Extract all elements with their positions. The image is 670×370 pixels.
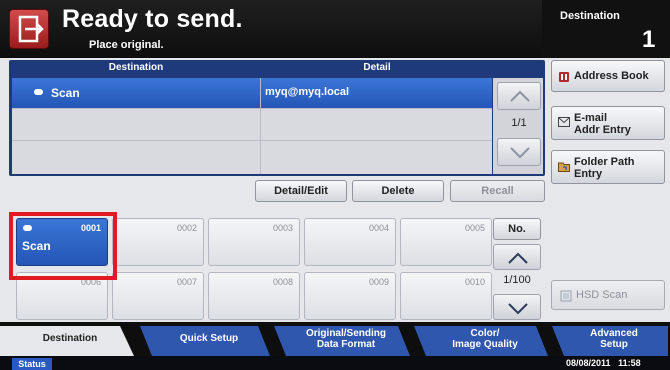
- tab-quick-setup-label: Quick Setup: [179, 333, 239, 344]
- email-entry-button[interactable]: E-mail Addr Entry: [551, 106, 665, 140]
- email-entry-line1: E-mail: [574, 112, 608, 124]
- chevron-down-icon: [508, 303, 528, 315]
- table-row[interactable]: [12, 142, 492, 173]
- one-touch-key-0007[interactable]: 0007: [112, 272, 204, 320]
- tab-color-image-quality[interactable]: Color/ Image Quality: [424, 328, 546, 358]
- key-number: 0004: [368, 223, 389, 233]
- column-header-destination: Destination: [108, 62, 164, 73]
- date-time: 08/08/2011 11:58: [566, 358, 641, 368]
- selection-highlight-frame: [9, 212, 117, 280]
- hsd-scan-icon: [560, 290, 572, 305]
- list-scroll-up-button[interactable]: [497, 82, 541, 110]
- folder-path-label: Folder Path Entry: [574, 156, 635, 180]
- one-touch-key-0002[interactable]: 0002: [112, 218, 204, 266]
- one-touch-key-0008[interactable]: 0008: [208, 272, 300, 320]
- send-icon: [9, 9, 49, 49]
- scan-destination-icon: [34, 89, 43, 95]
- column-header-detail: Detail: [363, 62, 391, 73]
- key-number: 0010: [464, 277, 485, 287]
- status-button[interactable]: Status: [12, 358, 52, 370]
- key-number: 0002: [176, 223, 197, 233]
- tab-original-line1: Original/Sending: [305, 328, 386, 339]
- mail-icon: [558, 117, 570, 130]
- number-search-button[interactable]: No.: [493, 218, 541, 240]
- tab-advanced-line2: Setup: [600, 339, 628, 350]
- folder-path-line1: Folder Path: [574, 156, 635, 168]
- table-row[interactable]: Scan myq@myq.local: [12, 78, 492, 109]
- address-book-icon: [558, 71, 570, 86]
- one-touch-key-0009[interactable]: 0009: [304, 272, 396, 320]
- chevron-up-icon: [508, 252, 528, 264]
- keys-page-indicator: 1/100: [503, 274, 531, 286]
- destination-count-label: Destination: [560, 10, 620, 22]
- row-destination-label: Scan: [51, 86, 80, 100]
- chevron-down-icon: [510, 147, 530, 159]
- hsd-scan-button[interactable]: HSD Scan: [551, 280, 665, 310]
- recall-button[interactable]: Recall: [450, 180, 545, 202]
- address-book-button[interactable]: Address Book: [551, 60, 665, 92]
- date: 08/08/2011: [566, 358, 611, 368]
- row-detail: myq@myq.local: [265, 86, 350, 98]
- list-page-indicator: 1/1: [511, 117, 527, 129]
- hsd-scan-label: HSD Scan: [576, 289, 628, 301]
- tab-destination-label: Destination: [42, 333, 98, 344]
- keys-scroll-down-button[interactable]: [493, 294, 541, 320]
- column-divider: [260, 78, 261, 174]
- key-number: 0003: [272, 223, 293, 233]
- email-entry-line2: Addr Entry: [574, 124, 631, 136]
- tab-original-line2: Data Format: [316, 339, 376, 350]
- destination-count-value: 1: [642, 26, 656, 53]
- chevron-up-icon: [510, 90, 530, 102]
- table-row[interactable]: [12, 110, 492, 141]
- time: 11:58: [618, 358, 641, 368]
- address-book-label: Address Book: [574, 70, 649, 82]
- key-number: 0009: [368, 277, 389, 287]
- tab-original-sending-data-format[interactable]: Original/Sending Data Format: [284, 328, 408, 358]
- folder-path-line2: Entry: [574, 168, 603, 180]
- tab-color-line1: Color/: [470, 328, 500, 339]
- folder-path-entry-button[interactable]: Folder Path Entry: [551, 150, 665, 184]
- tab-advanced-line1: Advanced: [590, 328, 638, 339]
- key-number: 0008: [272, 277, 293, 287]
- email-entry-label: E-mail Addr Entry: [574, 112, 631, 136]
- tab-advanced-setup[interactable]: Advanced Setup: [562, 328, 666, 358]
- page-subtitle: Place original.: [89, 39, 164, 51]
- folder-icon: [558, 161, 570, 175]
- key-number: 0005: [464, 223, 485, 233]
- keys-scroll-up-button[interactable]: [493, 244, 541, 270]
- detail-edit-button[interactable]: Detail/Edit: [255, 180, 347, 202]
- list-scroll-down-button[interactable]: [497, 138, 541, 166]
- delete-button[interactable]: Delete: [352, 180, 444, 202]
- one-touch-key-0005[interactable]: 0005: [400, 218, 492, 266]
- row-destination: Scan: [34, 86, 80, 100]
- tab-color-line2: Image Quality: [452, 339, 518, 350]
- one-touch-key-0003[interactable]: 0003: [208, 218, 300, 266]
- send-screen: Ready to send. Place original. Destinati…: [0, 0, 670, 370]
- one-touch-key-0010[interactable]: 0010: [400, 272, 492, 320]
- page-title: Ready to send.: [62, 5, 243, 33]
- key-number: 0007: [176, 277, 197, 287]
- one-touch-key-0004[interactable]: 0004: [304, 218, 396, 266]
